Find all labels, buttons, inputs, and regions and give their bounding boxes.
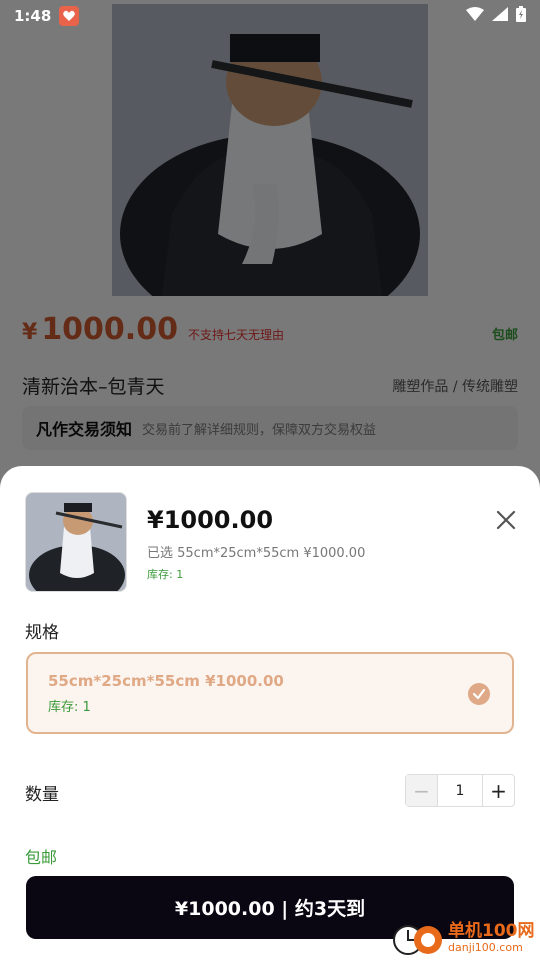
decrement-button[interactable]: − <box>406 775 438 806</box>
product-thumbnail <box>25 492 127 592</box>
spec-option-stock: 库存: 1 <box>48 700 91 715</box>
quantity-stepper: − 1 + <box>405 774 515 807</box>
shipping-label: 包邮 <box>25 848 58 867</box>
watermark-cn: 单机100网 <box>448 921 535 941</box>
signal-icon <box>492 7 508 25</box>
battery-icon <box>516 6 526 26</box>
wifi-icon <box>466 7 484 25</box>
site-watermark: 单机100网 danji100.com <box>390 916 535 960</box>
app-notification-icon <box>59 6 80 26</box>
close-button[interactable] <box>492 508 520 536</box>
stock-count: 库存: 1 <box>147 568 184 581</box>
spec-option-name: 55cm*25cm*55cm ¥1000.00 <box>48 672 284 690</box>
status-time: 1:48 <box>14 7 52 25</box>
minus-icon: − <box>413 778 430 803</box>
increment-button[interactable]: + <box>482 775 514 806</box>
plus-icon: + <box>490 778 507 803</box>
selected-spec-summary: 已选 55cm*25cm*55cm ¥1000.00 <box>147 546 366 561</box>
check-icon <box>468 683 490 705</box>
sheet-price: ¥1000.00 <box>147 506 274 534</box>
close-icon <box>496 510 516 534</box>
watermark-en: danji100.com <box>448 941 523 954</box>
quantity-label: 数量 <box>25 785 59 805</box>
watermark-logo-icon <box>390 918 444 958</box>
sku-bottom-sheet: ¥1000.00 已选 55cm*25cm*55cm ¥1000.00 库存: … <box>0 466 540 960</box>
spec-section-label: 规格 <box>25 623 59 643</box>
status-bar: 1:48 <box>0 0 540 32</box>
spec-option-selected[interactable]: 55cm*25cm*55cm ¥1000.00 库存: 1 <box>26 652 514 734</box>
quantity-value[interactable]: 1 <box>438 775 482 806</box>
